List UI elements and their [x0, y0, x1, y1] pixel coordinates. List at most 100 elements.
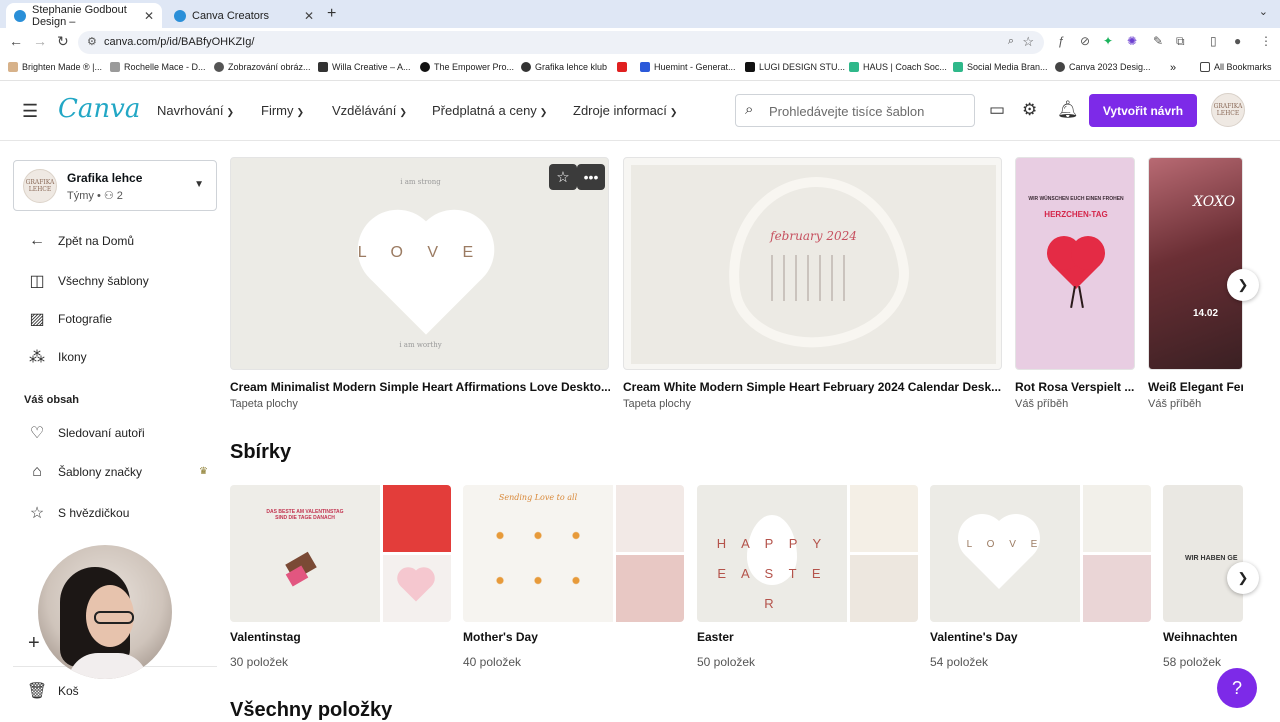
plus-icon[interactable]: + — [28, 632, 40, 655]
more-bookmarks-icon[interactable]: » — [1170, 62, 1176, 74]
team-switcher[interactable]: GRAFIKA LEHCE Grafika lehce Týmy • ⚇ 2 ▼ — [13, 160, 217, 211]
template-card-4[interactable]: XOXO 14.02 — [1148, 157, 1243, 370]
bookmarks-bar: Brighten Made ® |... Rochelle Mace - D..… — [0, 56, 1280, 81]
sidebar-item-starred[interactable]: ☆ S hvězdičkou — [26, 503, 130, 523]
bookmark-item[interactable]: The Empower Pro... — [420, 62, 514, 72]
tab-search-icon[interactable]: ⌄ — [1259, 5, 1268, 18]
sidebar-item-followed-creators[interactable]: ♡ Sledovaní autoři — [26, 423, 145, 443]
browser-tab[interactable]: Canva Creators ✕ — [166, 3, 322, 28]
back-icon[interactable]: ← — [9, 33, 23, 49]
sidebar-item-templates[interactable]: ◫ Všechny šablony — [26, 271, 148, 291]
collection-card-weihnachten[interactable]: WIR HABEN GE — [1163, 485, 1243, 622]
close-tab-icon[interactable]: ✕ — [144, 9, 154, 23]
nav-item-education[interactable]: Vzdělávání ❯ — [332, 103, 407, 118]
bookmark-item[interactable]: Willa Creative – A... — [318, 62, 411, 72]
extension-icon[interactable]: ✎ — [1153, 34, 1163, 48]
sidebar-item-trash[interactable]: 🗑︎ Koš — [26, 681, 79, 701]
collection-card-easter[interactable]: H A P P Y E A S T E R — [697, 485, 918, 622]
collection-title[interactable]: Valentine's Day — [930, 630, 1018, 644]
template-search[interactable]: ⌕ Prohledávejte tisíce šablon — [735, 94, 975, 127]
bookmark-item[interactable]: Zobrazování obráz... — [214, 62, 311, 72]
collection-title[interactable]: Weihnachten — [1163, 630, 1237, 644]
template-card-3[interactable]: WIR WÜNSCHEN EUCH EINEN FROHEN HERZCHEN-… — [1015, 157, 1135, 370]
template-type: Váš příběh — [1148, 398, 1202, 410]
heart-shape — [369, 221, 483, 335]
collection-title[interactable]: Valentinstag — [230, 630, 301, 644]
bookmark-favicon-icon — [521, 62, 531, 72]
bell-icon[interactable]: 🔔︎ — [1057, 100, 1079, 120]
bookmark-star-icon[interactable]: ☆ — [1022, 34, 1034, 50]
sidebar-item-brand-templates[interactable]: ⌂ Šablony značky — [26, 463, 142, 481]
bookmark-item[interactable]: Huemint - Generat... — [640, 62, 736, 72]
address-bar[interactable]: ⚙ canva.com/p/id/BABfyOHKZIg/ ⌕ ☆ — [78, 31, 1044, 54]
nav-item-design[interactable]: Navrhování ❯ — [157, 103, 234, 118]
bookmark-item[interactable]: LUGI DESIGN STU... — [745, 62, 845, 72]
extension-icon[interactable]: ✺ — [1127, 34, 1137, 48]
template-title[interactable]: Rot Rosa Verspielt ... — [1015, 380, 1140, 394]
all-bookmarks-folder[interactable]: All Bookmarks — [1200, 62, 1272, 72]
profile-icon[interactable]: ● — [1234, 34, 1241, 48]
site-info-icon[interactable]: ⚙ — [87, 35, 97, 48]
browser-tab-bar: Stephanie Godbout Design – ✕ Canva Creat… — [0, 0, 1280, 28]
template-title[interactable]: Cream White Modern Simple Heart February… — [623, 380, 1003, 394]
nav-item-business[interactable]: Firmy ❯ — [261, 103, 304, 118]
collection-card-mothers-day[interactable]: Sending Love to all — [463, 485, 684, 622]
zoom-icon[interactable]: ⌕ — [1008, 35, 1014, 48]
tab-title: Canva Creators — [192, 9, 270, 22]
hamburger-menu-icon[interactable]: ☰ — [22, 101, 38, 122]
canva-logo[interactable]: Canva — [58, 94, 140, 124]
team-meta: Týmy • ⚇ 2 — [67, 189, 123, 202]
bookmark-item[interactable]: Grafika lehce klub — [521, 62, 607, 72]
extension-icon[interactable]: ƒ — [1058, 34, 1065, 48]
url-text[interactable]: canva.com/p/id/BABfyOHKZIg/ — [104, 36, 254, 48]
nav-item-pricing[interactable]: Předplatná a ceny ❯ — [432, 103, 547, 118]
scroll-right-button[interactable]: ❯ — [1227, 562, 1259, 594]
collection-card-valentinstag[interactable]: DAS BESTE AM VALENTINSTAG SIND DIE TAGE … — [230, 485, 451, 622]
extensions-puzzle-icon[interactable]: ⧉ — [1176, 34, 1185, 49]
bookmark-item[interactable]: Social Media Bran... — [953, 62, 1048, 72]
sidebar-item-label: Koš — [58, 684, 79, 698]
side-panel-icon[interactable]: ▯ — [1210, 34, 1217, 48]
collection-preview — [383, 555, 451, 622]
search-input[interactable]: Prohledávejte tisíce šablon — [769, 104, 924, 119]
bookmark-item[interactable]: HAUS | Coach Soc... — [849, 62, 947, 72]
nav-item-resources[interactable]: Zdroje informací ❯ — [573, 103, 677, 118]
new-tab-icon[interactable]: + — [327, 5, 336, 23]
bookmark-item[interactable]: Rochelle Mace - D... — [110, 62, 206, 72]
desktop-app-icon[interactable]: ▭ — [989, 100, 1005, 120]
reload-icon[interactable]: ↻ — [57, 33, 69, 50]
sidebar-item-photos[interactable]: ▨ Fotografie — [26, 309, 112, 329]
bookmark-item[interactable]: Brighten Made ® |... — [8, 62, 102, 72]
chevron-down-icon: ❯ — [539, 107, 548, 117]
people-icon: ⚇ — [103, 190, 117, 202]
extension-icon[interactable]: ✦ — [1103, 34, 1113, 48]
avatar[interactable]: GRAFIKA LEHCE — [1211, 93, 1245, 127]
collection-preview: L O V E — [930, 485, 1080, 622]
star-button[interactable]: ☆ — [549, 164, 577, 190]
sidebar-item-home[interactable]: ← Zpět na Domů — [26, 232, 134, 250]
create-design-button[interactable]: Vytvořit návrh — [1089, 94, 1197, 127]
bookmark-favicon-icon — [8, 62, 18, 72]
nav-label: Předplatná a ceny — [432, 103, 537, 118]
collection-count: 30 položek — [230, 655, 289, 669]
bookmark-item[interactable] — [617, 62, 631, 72]
gear-icon[interactable]: ⚙ — [1022, 100, 1037, 120]
extension-icon[interactable]: ⊘ — [1080, 34, 1090, 48]
more-options-button[interactable]: ••• — [577, 164, 605, 190]
forward-icon[interactable]: → — [33, 33, 47, 49]
template-card-1[interactable]: i am strong L O V E i am worthy ☆ ••• — [230, 157, 609, 370]
close-tab-icon[interactable]: ✕ — [304, 9, 314, 23]
template-card-2[interactable]: february 2024 — [623, 157, 1002, 370]
template-title[interactable]: Cream Minimalist Modern Simple Heart Aff… — [230, 380, 610, 394]
collection-card-valentines-day[interactable]: L O V E — [930, 485, 1151, 622]
help-button[interactable]: ? — [1217, 668, 1257, 708]
heart-shape — [965, 521, 1033, 589]
sidebar-item-icons[interactable]: ⁂ Ikony — [26, 347, 87, 367]
browser-tab-active[interactable]: Stephanie Godbout Design – ✕ — [6, 3, 162, 28]
collection-title[interactable]: Easter — [697, 630, 734, 644]
bookmark-item[interactable]: Canva 2023 Desig... — [1055, 62, 1151, 72]
collection-title[interactable]: Mother's Day — [463, 630, 538, 644]
scroll-right-button[interactable]: ❯ — [1227, 269, 1259, 301]
template-title[interactable]: Weiß Elegant Fen — [1148, 380, 1243, 394]
menu-dots-icon[interactable]: ⋮ — [1260, 34, 1272, 48]
